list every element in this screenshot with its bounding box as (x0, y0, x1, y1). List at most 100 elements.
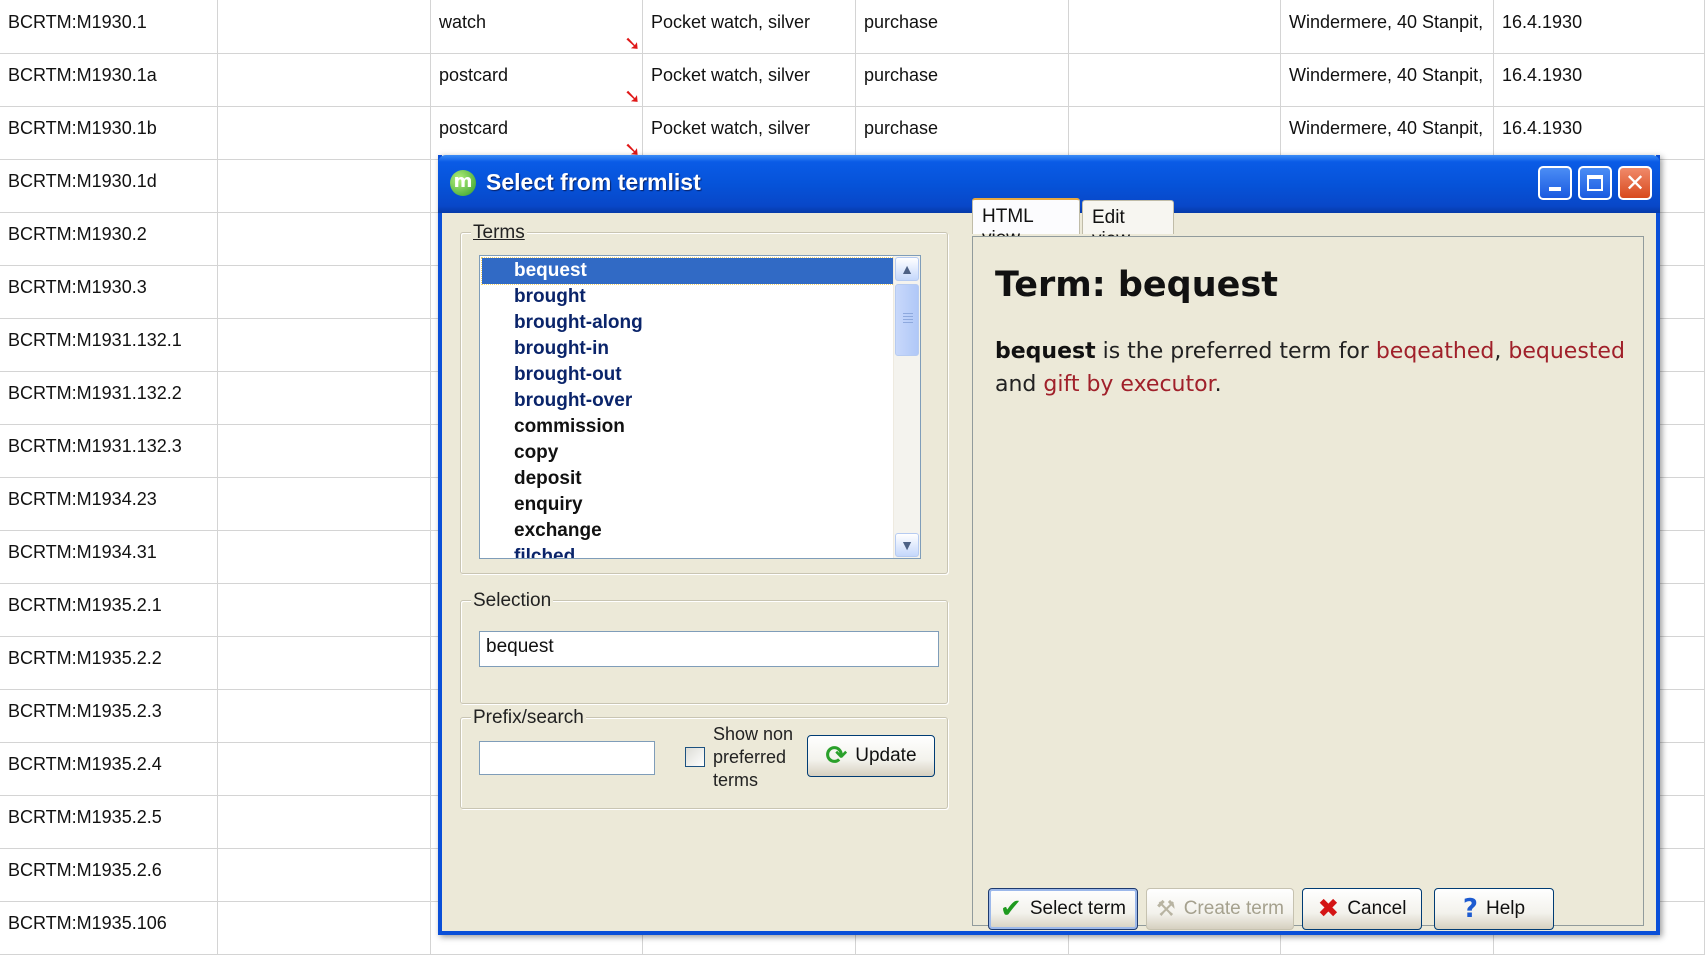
terms-listbox[interactable]: filched exchange enquiry deposit copy commiss… (479, 255, 921, 559)
comment-indicator-icon: ➘ (624, 33, 641, 55)
checkbox-label-line-3: terms (713, 770, 758, 790)
table-cell[interactable]: Windermere, 40 Stanpit, (1281, 106, 1494, 159)
terms-scrollbar[interactable]: ▲ ▼ (893, 256, 920, 558)
maximize-button[interactable] (1578, 166, 1612, 200)
table-cell[interactable] (218, 583, 431, 636)
table-cell[interactable]: BCRTM:M1930.1a (0, 53, 218, 106)
selection-group: Selection bequest (460, 590, 948, 704)
minimize-button[interactable] (1538, 166, 1572, 200)
term-name: bequest (995, 339, 1096, 364)
table-cell[interactable] (218, 318, 431, 371)
list-item[interactable]: bequest (481, 257, 895, 285)
table-cell[interactable]: BCRTM:M1935.2.5 (0, 795, 218, 848)
table-cell[interactable] (1069, 106, 1281, 159)
dialog-title: Select from termlist (486, 169, 701, 195)
list-item[interactable]: brought-out (482, 362, 894, 388)
table-row[interactable]: BCRTM:M1930.1a postcard Pocket watch, silv… (0, 53, 1705, 107)
list-item[interactable]: brought-over (482, 388, 894, 414)
table-cell[interactable] (218, 0, 431, 53)
list-item[interactable]: filched (482, 544, 894, 558)
table-cell[interactable] (218, 265, 431, 318)
table-cell[interactable]: BCRTM:M1931.132.1 (0, 318, 218, 371)
table-cell[interactable] (218, 159, 431, 212)
list-item[interactable]: exchange (482, 518, 894, 544)
list-item[interactable]: deposit (482, 466, 894, 492)
table-cell[interactable]: 16.4.1930 (1494, 0, 1705, 53)
selection-input[interactable]: bequest (479, 631, 939, 667)
table-cell[interactable]: BCRTM:M1935.106 (0, 901, 218, 954)
table-cell[interactable] (218, 530, 431, 583)
table-cell[interactable]: BCRTM:M1935.2.6 (0, 848, 218, 901)
link-bequested[interactable]: bequested (1508, 339, 1625, 364)
table-cell[interactable]: BCRTM:M1930.1d (0, 159, 218, 212)
list-item[interactable]: brought-along (482, 310, 894, 336)
list-item[interactable]: brought (482, 284, 894, 310)
app-logo-icon: m (450, 170, 476, 196)
table-cell[interactable]: BCRTM:M1931.132.3 (0, 424, 218, 477)
checkmark-icon: ✔ (1000, 894, 1022, 924)
table-cell[interactable]: BCRTM:M1930.1 (0, 0, 218, 53)
table-cell[interactable] (218, 212, 431, 265)
scroll-thumb[interactable] (895, 284, 919, 356)
table-cell[interactable]: Windermere, 40 Stanpit, (1281, 53, 1494, 106)
table-row[interactable]: BCRTM:M1930.1 watch Pocket watch, silver pu… (0, 0, 1705, 54)
table-cell[interactable]: BCRTM:M1935.2.2 (0, 636, 218, 689)
help-button[interactable]: ? Help (1434, 888, 1554, 930)
create-term-button[interactable]: ⚒ Create term (1146, 888, 1294, 930)
term-description: Term: bequest bequest is the preferred t… (995, 265, 1625, 401)
cancel-button[interactable]: ✖ Cancel (1302, 888, 1422, 930)
table-cell[interactable]: BCRTM:M1935.2.3 (0, 689, 218, 742)
show-non-preferred-checkbox[interactable] (685, 747, 705, 767)
chevron-down-icon: ▼ (900, 537, 914, 553)
scroll-down-button[interactable]: ▼ (895, 533, 919, 557)
table-cell[interactable]: purchase (856, 53, 1069, 106)
table-cell[interactable]: 16.4.1930 (1494, 53, 1705, 106)
table-cell[interactable]: BCRTM:M1934.23 (0, 477, 218, 530)
table-cell[interactable] (218, 371, 431, 424)
table-cell[interactable] (218, 848, 431, 901)
table-cell[interactable]: BCRTM:M1931.132.2 (0, 371, 218, 424)
tab-edit-view[interactable]: Edit view (1082, 200, 1174, 250)
close-button[interactable]: ✕ (1618, 166, 1652, 200)
table-cell[interactable] (218, 106, 431, 159)
table-cell[interactable] (218, 901, 431, 954)
list-item[interactable]: brought-in (482, 336, 894, 362)
table-cell[interactable]: watch (431, 0, 643, 53)
table-cell[interactable] (218, 424, 431, 477)
table-cell[interactable] (218, 795, 431, 848)
select-term-button[interactable]: ✔ Select term (988, 888, 1138, 930)
table-cell[interactable]: Pocket watch, silver (643, 53, 856, 106)
table-cell[interactable] (218, 742, 431, 795)
table-cell[interactable] (218, 636, 431, 689)
table-cell[interactable] (218, 477, 431, 530)
link-gift-by-executor[interactable]: gift by executor (1043, 372, 1214, 397)
table-cell[interactable]: Windermere, 40 Stanpit, (1281, 0, 1494, 53)
table-cell[interactable]: BCRTM:M1935.2.1 (0, 583, 218, 636)
table-cell[interactable]: 16.4.1930 (1494, 106, 1705, 159)
table-row[interactable]: BCRTM:M1930.1b postcard Pocket watch, silv… (0, 106, 1705, 160)
table-cell[interactable]: Pocket watch, silver (643, 106, 856, 159)
update-button[interactable]: ⟳ Update (807, 735, 935, 777)
table-cell[interactable]: Pocket watch, silver (643, 0, 856, 53)
list-item[interactable]: copy (482, 440, 894, 466)
create-term-label: Create term (1183, 898, 1285, 919)
table-cell[interactable] (1069, 53, 1281, 106)
link-beqeathed[interactable]: beqeathed (1376, 339, 1495, 364)
table-cell[interactable]: BCRTM:M1930.1b (0, 106, 218, 159)
tab-html-view[interactable]: HTML view (972, 198, 1080, 249)
table-cell[interactable]: postcard (431, 106, 643, 159)
table-cell[interactable]: BCRTM:M1934.31 (0, 530, 218, 583)
table-cell[interactable]: purchase (856, 0, 1069, 53)
list-item[interactable]: enquiry (482, 492, 894, 518)
table-cell[interactable]: purchase (856, 106, 1069, 159)
prefix-search-input[interactable] (479, 741, 655, 775)
table-cell[interactable]: BCRTM:M1930.3 (0, 265, 218, 318)
table-cell[interactable] (1069, 0, 1281, 53)
table-cell[interactable] (218, 689, 431, 742)
table-cell[interactable] (218, 53, 431, 106)
list-item[interactable]: commission (482, 414, 894, 440)
table-cell[interactable]: BCRTM:M1935.2.4 (0, 742, 218, 795)
table-cell[interactable]: BCRTM:M1930.2 (0, 212, 218, 265)
scroll-up-button[interactable]: ▲ (895, 257, 919, 281)
table-cell[interactable]: postcard (431, 53, 643, 106)
